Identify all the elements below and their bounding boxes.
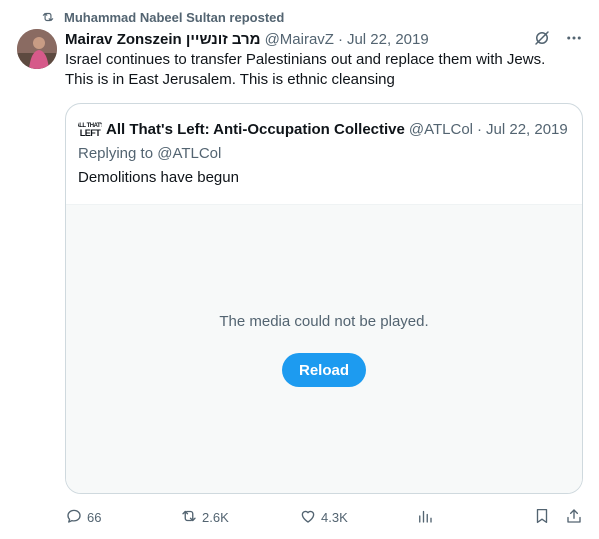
repost-button[interactable]: 2.6K — [180, 506, 229, 528]
tweet-text-line: Israel continues to transfer Palestinian… — [65, 51, 546, 68]
action-bar: 66 2.6K 4.3K — [65, 506, 585, 528]
replying-handle[interactable]: @ATLCol — [157, 145, 221, 162]
heart-icon — [299, 507, 317, 528]
quote-date[interactable]: Jul 22, 2019 — [486, 121, 568, 138]
separator-dot: · — [477, 120, 483, 138]
author-name[interactable]: Mairav Zonszein מרב זונשיין — [65, 31, 261, 48]
views-button[interactable] — [416, 506, 434, 528]
more-options-icon[interactable] — [565, 29, 583, 51]
grok-icon[interactable] — [533, 29, 551, 51]
tweet-date[interactable]: Jul 22, 2019 — [347, 31, 429, 48]
bookmark-icon — [533, 507, 551, 528]
separator-dot: · — [337, 30, 343, 48]
quote-header: ALL THAT'S LEFT All That's Left: Anti-Oc… — [78, 119, 568, 139]
tweet-text-line: This is in East Jerusalem. This is ethni… — [65, 71, 395, 88]
repost-icon — [180, 507, 198, 528]
quote-text: Demolitions have begun — [78, 169, 239, 186]
like-button[interactable]: 4.3K — [299, 506, 348, 528]
quoted-tweet[interactable]: ALL THAT'S LEFT All That's Left: Anti-Oc… — [65, 103, 583, 494]
like-count: 4.3K — [321, 509, 348, 525]
quote-author-handle[interactable]: @ATLCol — [409, 121, 473, 138]
repost-text[interactable]: Muhammad Nabeel Sultan reposted — [64, 10, 284, 25]
reply-icon — [65, 507, 83, 528]
share-button[interactable] — [565, 506, 583, 528]
repost-indicator: Muhammad Nabeel Sultan reposted — [40, 8, 284, 26]
share-icon — [565, 507, 583, 528]
repost-count: 2.6K — [202, 509, 229, 525]
media-player[interactable]: The media could not be played. Reload — [66, 204, 582, 493]
repost-icon — [40, 9, 56, 25]
atl-logo: ALL THAT'S LEFT — [78, 119, 102, 139]
reply-button[interactable]: 66 — [65, 506, 101, 528]
media-error-message: The media could not be played. — [219, 313, 429, 330]
analytics-icon — [416, 507, 434, 528]
bookmark-button[interactable] — [533, 506, 551, 528]
tweet-header: Mairav Zonszein מרב זונשיין @MairavZ · J… — [65, 29, 583, 49]
replying-to: Replying to @ATLCol — [78, 145, 221, 162]
svg-text:LEFT: LEFT — [80, 128, 101, 138]
avatar[interactable] — [17, 29, 57, 69]
replying-prefix: Replying to — [78, 145, 154, 162]
reload-button[interactable]: Reload — [282, 353, 366, 387]
tweet-text: Israel continues to transfer Palestinian… — [65, 50, 585, 90]
quote-author-name[interactable]: All That's Left: Anti-Occupation Collect… — [106, 121, 405, 138]
reply-count: 66 — [87, 509, 102, 525]
author-handle[interactable]: @MairavZ — [265, 31, 334, 48]
